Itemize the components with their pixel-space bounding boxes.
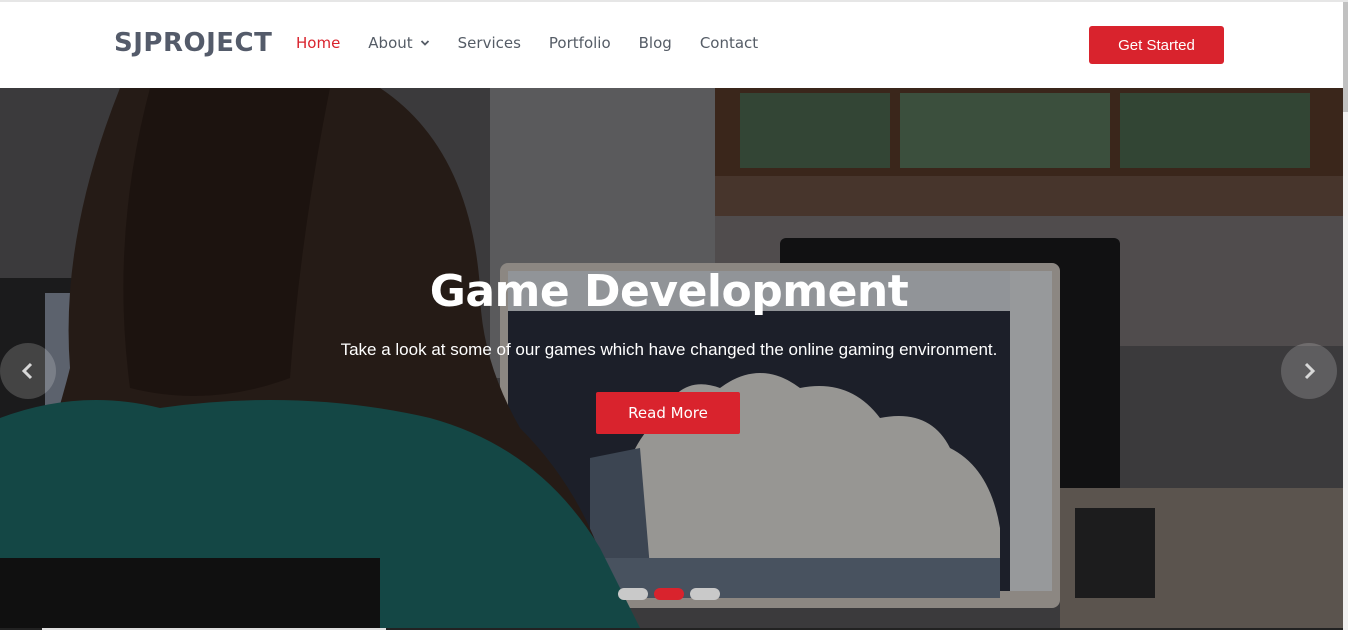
nav-item-label: Portfolio (548, 34, 611, 52)
chevron-right-icon (1304, 362, 1316, 380)
site-header: SJPROJECT Home About Services Portfolio … (0, 2, 1343, 88)
hero-title: Game Development (429, 266, 909, 317)
main-nav: Home About Services Portfolio Blog Conta… (296, 34, 786, 52)
carousel-dot-1[interactable] (618, 588, 648, 600)
site-logo[interactable]: SJPROJECT (114, 28, 272, 58)
nav-item-contact[interactable]: Contact (700, 34, 758, 52)
nav-item-portfolio[interactable]: Portfolio (549, 34, 611, 52)
nav-item-label: Services (457, 34, 521, 52)
read-more-button[interactable]: Read More (596, 392, 740, 434)
carousel-next-button[interactable] (1281, 343, 1337, 399)
carousel-indicators (618, 588, 726, 600)
nav-item-label: Blog (638, 34, 672, 52)
hero-subtitle: Take a look at some of our games which h… (340, 340, 998, 359)
nav-item-label: Home (296, 34, 341, 52)
nav-item-label: About (368, 34, 413, 52)
nav-item-services[interactable]: Services (458, 34, 521, 52)
carousel-dot-3[interactable] (690, 588, 720, 600)
nav-item-about[interactable]: About (368, 34, 429, 52)
nav-item-home[interactable]: Home (296, 34, 340, 52)
hero-carousel: Game Development Take a look at some of … (0, 88, 1343, 628)
get-started-button[interactable]: Get Started (1089, 26, 1224, 64)
chevron-down-icon (420, 40, 429, 46)
carousel-prev-button[interactable] (0, 343, 56, 399)
nav-item-label: Contact (699, 34, 759, 52)
nav-item-blog[interactable]: Blog (639, 34, 672, 52)
chevron-left-icon (21, 362, 33, 380)
carousel-dot-2[interactable] (654, 588, 684, 600)
page-scrollbar[interactable] (1343, 2, 1348, 630)
scrollbar-thumb[interactable] (1343, 2, 1348, 112)
